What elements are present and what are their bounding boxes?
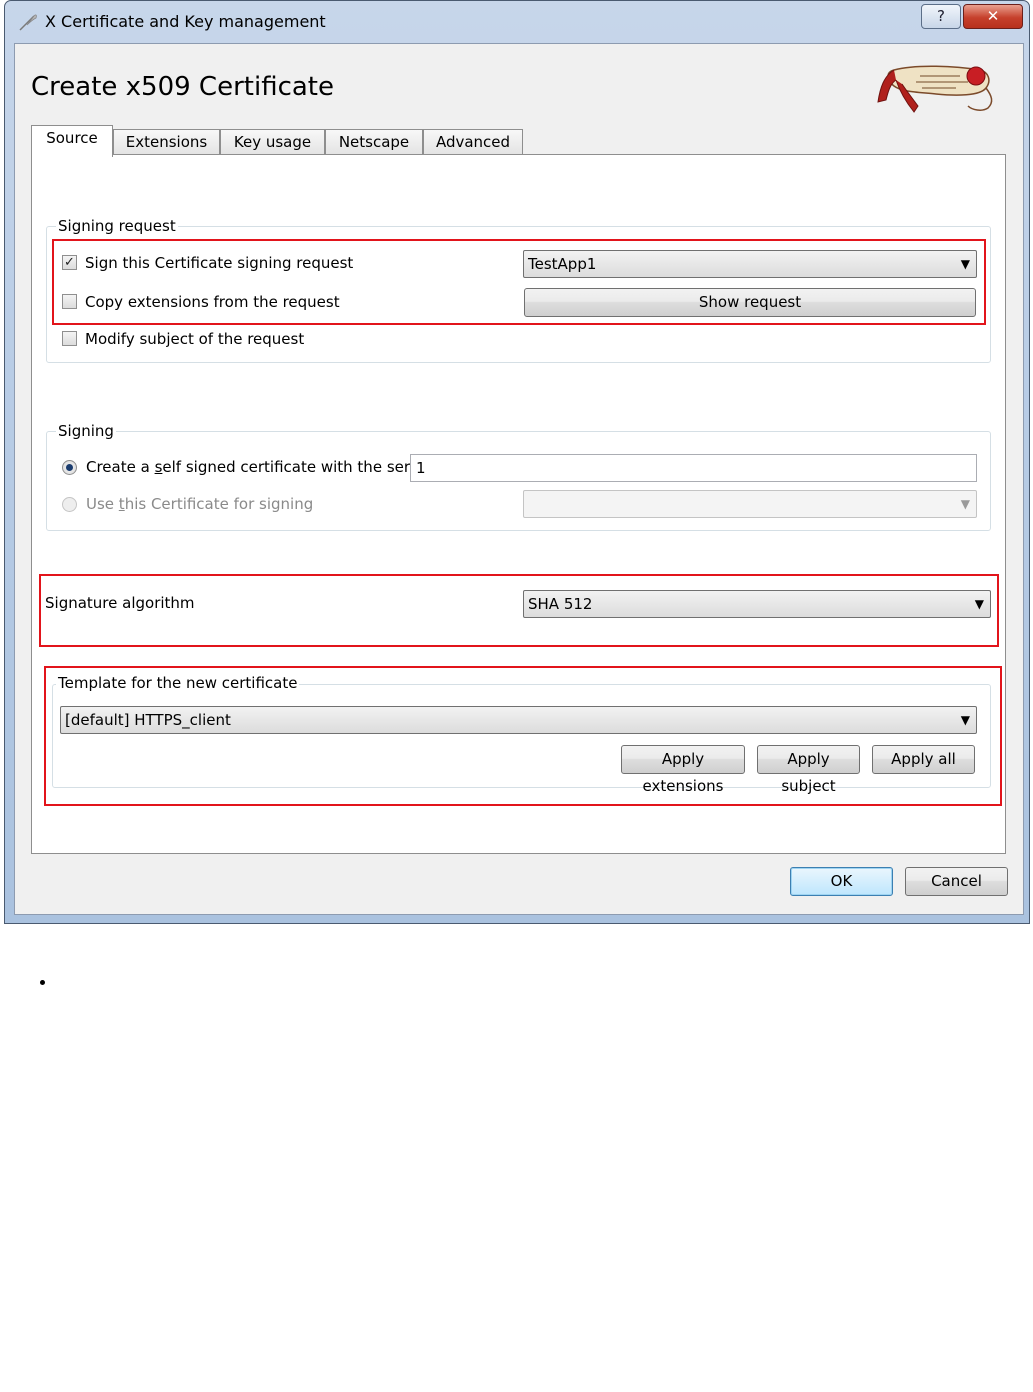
self-signed-label: Create a self signed certificate with th… <box>86 458 428 476</box>
csr-select[interactable]: TestApp1 ▼ <box>523 250 977 278</box>
apply-extensions-label: Apply extensions <box>642 750 724 795</box>
tab-advanced[interactable]: Advanced <box>423 129 523 156</box>
window-title: X Certificate and Key management <box>45 12 326 31</box>
title-bar: X Certificate and Key management ? ✕ <box>5 1 1029 43</box>
signature-algorithm-label: Signature algorithm <box>45 594 195 612</box>
tab-key-usage[interactable]: Key usage <box>220 129 325 156</box>
tab-source[interactable]: Source <box>31 125 113 157</box>
copy-extensions-checkbox[interactable] <box>62 294 77 309</box>
serial-input[interactable]: 1 <box>410 454 977 482</box>
sign-csr-label: Sign this Certificate signing request <box>85 254 354 272</box>
chevron-down-icon: ▼ <box>960 257 970 271</box>
chevron-down-icon: ▼ <box>974 597 984 611</box>
ok-button[interactable]: OK <box>790 867 893 896</box>
list-bullet <box>40 980 45 985</box>
feather-pen-icon <box>19 14 37 31</box>
close-button[interactable]: ✕ <box>963 4 1023 29</box>
apply-all-label: Apply all <box>891 750 956 768</box>
apply-subject-label: Apply subject <box>781 750 836 795</box>
apply-extensions-button[interactable]: Apply extensions <box>621 745 745 795</box>
cancel-label: Cancel <box>931 872 982 890</box>
template-select-value: [default] HTTPS_client <box>65 711 231 729</box>
tab-extensions[interactable]: Extensions <box>113 129 220 156</box>
modify-subject-label: Modify subject of the request <box>85 330 305 348</box>
tab-netscape-label: Netscape <box>338 133 410 151</box>
sign-csr-checkbox[interactable]: ✓ <box>62 255 77 270</box>
dialog-heading: Create x509 Certificate <box>31 72 334 102</box>
use-cert-label: Use this Certificate for signing <box>86 495 314 513</box>
tab-netscape[interactable]: Netscape <box>325 129 423 156</box>
template-select[interactable]: [default] HTTPS_client ▼ <box>60 706 977 734</box>
show-request-button[interactable]: Show request <box>524 288 976 317</box>
tab-source-label: Source <box>46 129 98 147</box>
modify-subject-checkbox[interactable] <box>62 331 77 346</box>
signing-cert-select[interactable]: ▼ <box>523 490 977 518</box>
apply-all-button[interactable]: Apply all <box>872 745 975 774</box>
show-request-label: Show request <box>698 293 802 311</box>
signature-algorithm-value: SHA 512 <box>528 595 593 613</box>
chevron-down-icon: ▼ <box>960 497 970 511</box>
signing-title: Signing <box>56 422 116 440</box>
serial-value: 1 <box>416 459 426 477</box>
template-title: Template for the new certificate <box>56 674 300 692</box>
signing-request-title: Signing request <box>56 217 178 235</box>
self-signed-radio[interactable] <box>62 460 77 475</box>
use-cert-radio[interactable] <box>62 497 77 512</box>
tab-key-usage-label: Key usage <box>233 133 312 151</box>
help-button[interactable]: ? <box>921 4 961 29</box>
signature-algorithm-select[interactable]: SHA 512 ▼ <box>523 590 991 618</box>
csr-select-value: TestApp1 <box>528 255 597 273</box>
chevron-down-icon: ▼ <box>960 713 970 727</box>
cancel-button[interactable]: Cancel <box>905 867 1008 896</box>
apply-subject-button[interactable]: Apply subject <box>757 745 860 795</box>
tab-extensions-label: Extensions <box>125 133 208 151</box>
tab-advanced-label: Advanced <box>435 133 511 151</box>
copy-extensions-label: Copy extensions from the request <box>85 293 340 311</box>
ok-label: OK <box>830 872 853 890</box>
scroll-logo-icon <box>877 65 993 113</box>
